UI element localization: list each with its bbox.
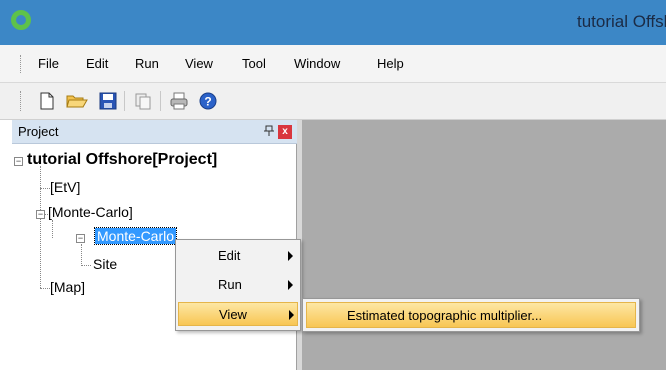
tree-item-etv[interactable]: [EtV] xyxy=(50,179,80,195)
tree-connector xyxy=(40,288,50,289)
context-menu-run[interactable]: Run xyxy=(178,273,298,297)
tree-item-monte-carlo-group[interactable]: [Monte-Carlo] xyxy=(48,204,133,220)
tree-item-site[interactable]: Site xyxy=(93,256,117,272)
new-file-icon[interactable] xyxy=(37,91,57,111)
menu-window[interactable]: Window xyxy=(294,56,340,71)
context-menu-label: Run xyxy=(218,277,242,292)
tree-connector xyxy=(81,244,82,266)
save-icon[interactable] xyxy=(98,91,118,111)
svg-text:?: ? xyxy=(204,95,211,109)
menubar-grip xyxy=(20,55,22,73)
menu-help[interactable]: Help xyxy=(377,56,404,71)
tree-connector xyxy=(40,166,41,288)
title-bar[interactable]: tutorial Offshore xyxy=(0,0,666,45)
toolbar-separator xyxy=(124,91,125,111)
copy-icon[interactable] xyxy=(133,91,153,111)
tree-item-monte-carlo[interactable]: Monte-Carlo xyxy=(93,227,178,245)
tree-connector xyxy=(40,188,50,189)
submenu-arrow-icon xyxy=(289,310,294,320)
collapse-icon[interactable]: − xyxy=(76,234,85,243)
menu-file[interactable]: File xyxy=(38,56,59,71)
open-folder-icon[interactable] xyxy=(66,91,88,111)
menu-run[interactable]: Run xyxy=(135,56,159,71)
toolbar-separator xyxy=(160,91,161,111)
context-menu-label: View xyxy=(219,307,247,322)
help-icon[interactable]: ? xyxy=(198,91,218,111)
print-icon[interactable] xyxy=(169,91,189,111)
submenu-arrow-icon xyxy=(288,280,293,290)
menu-bar: File Edit Run View Tool Window Help xyxy=(0,45,666,83)
collapse-icon[interactable]: − xyxy=(36,210,45,219)
tree-connector xyxy=(52,220,53,238)
menu-edit[interactable]: Edit xyxy=(86,56,108,71)
toolbar-grip xyxy=(20,91,22,111)
window-title: tutorial Offshore xyxy=(577,12,666,31)
collapse-icon[interactable]: − xyxy=(14,157,23,166)
menu-tool[interactable]: Tool xyxy=(242,56,266,71)
submenu-label: Estimated topographic multiplier... xyxy=(347,308,543,323)
workspace-area xyxy=(302,120,666,370)
close-icon[interactable]: x xyxy=(278,125,292,139)
tree-item-map[interactable]: [Map] xyxy=(50,279,85,295)
tree-root[interactable]: tutorial Offshore[Project] xyxy=(27,151,217,169)
context-menu-view[interactable]: View xyxy=(178,302,298,326)
submenu-arrow-icon xyxy=(288,251,293,261)
menu-view[interactable]: View xyxy=(185,56,213,71)
context-menu-edit[interactable]: Edit xyxy=(178,244,298,268)
app-logo-icon xyxy=(11,10,31,30)
panel-header: Project x xyxy=(12,120,297,144)
pin-icon[interactable] xyxy=(264,125,274,140)
view-submenu: Estimated topographic multiplier... xyxy=(302,298,640,332)
toolbar: ? xyxy=(0,83,666,120)
submenu-estimated-topographic-multiplier[interactable]: Estimated topographic multiplier... xyxy=(306,302,636,328)
context-menu-label: Edit xyxy=(218,248,241,263)
tree-connector xyxy=(81,265,91,266)
panel-title: Project xyxy=(18,124,59,139)
context-menu: Edit Run View xyxy=(175,239,301,331)
